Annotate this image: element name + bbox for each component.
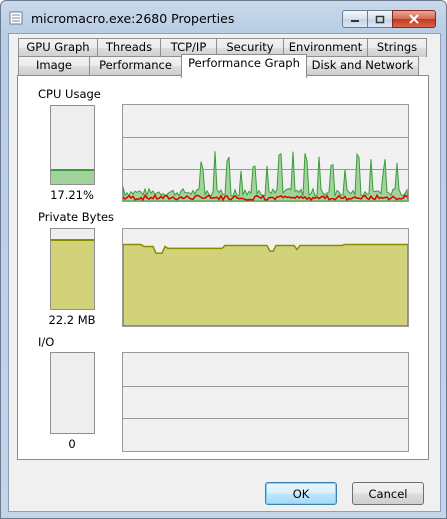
tab-gpu-graph[interactable]: GPU Graph <box>18 38 98 57</box>
private-bytes-label: Private Bytes <box>38 210 115 224</box>
private-bytes-value: 22.2 MB <box>48 313 96 327</box>
close-button[interactable] <box>392 10 436 28</box>
minimize-icon <box>351 20 359 22</box>
cpu-usage-label: CPU Usage <box>38 87 101 101</box>
maximize-button[interactable] <box>367 10 393 28</box>
cpu-usage-meter-fill <box>51 168 94 184</box>
io-label: I/O <box>38 335 55 349</box>
close-icon <box>409 14 419 24</box>
private-bytes-meter <box>50 228 95 310</box>
minimize-button[interactable] <box>342 10 368 28</box>
io-value: 0 <box>68 437 76 451</box>
tab-threads[interactable]: Threads <box>97 38 161 57</box>
ok-button[interactable]: OK <box>265 482 337 505</box>
io-graph <box>122 352 409 452</box>
cpu-usage-value: 17.21% <box>50 188 94 202</box>
tab-disk-and-network[interactable]: Disk and Network <box>306 56 419 75</box>
window-icon <box>9 11 23 25</box>
tab-strings[interactable]: Strings <box>367 38 427 57</box>
title-bar[interactable]: micromacro.exe:2680 Properties <box>1 1 446 33</box>
tab-image[interactable]: Image <box>18 56 90 75</box>
window-title: micromacro.exe:2680 Properties <box>31 11 235 26</box>
cancel-button[interactable]: Cancel <box>352 482 424 505</box>
maximize-icon <box>375 15 385 23</box>
cpu-usage-trace <box>123 151 408 201</box>
tab-performance-graph[interactable]: Performance Graph <box>181 54 307 78</box>
performance-graph-panel: CPU Usage 17.21% Private Bytes 22.2 MB I… <box>17 75 429 460</box>
private-bytes-graph <box>122 228 409 327</box>
io-meter <box>50 352 95 434</box>
cpu-usage-graph <box>122 104 409 202</box>
private-bytes-trace <box>123 243 408 326</box>
cpu-usage-meter <box>50 105 95 185</box>
properties-window: micromacro.exe:2680 Properties GPU Graph… <box>0 0 447 519</box>
private-bytes-meter-fill <box>51 239 94 309</box>
tab-performance[interactable]: Performance <box>89 56 182 75</box>
